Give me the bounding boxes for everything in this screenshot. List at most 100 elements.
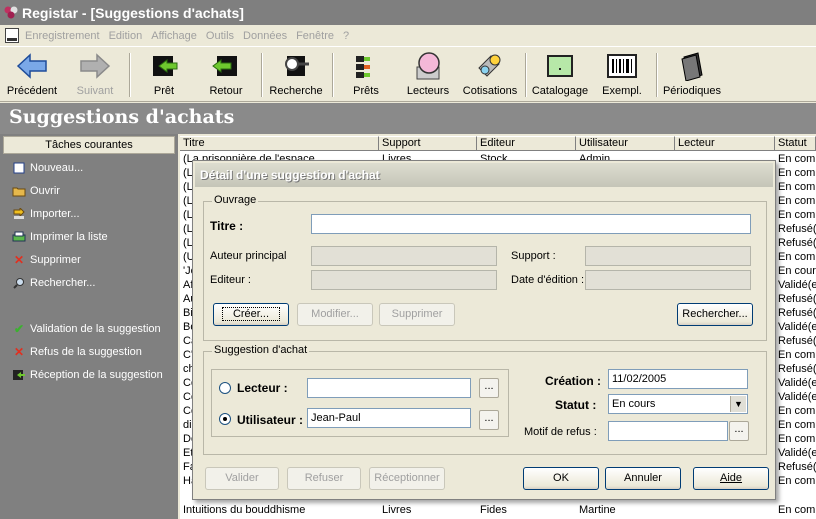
utilisateur-label: Utilisateur :	[237, 413, 304, 427]
receptionner-button[interactable]: Réceptionner	[369, 467, 445, 490]
window-titlebar: Registar - [Suggestions d'achats]	[0, 0, 816, 25]
task-nouveau[interactable]: Nouveau...	[12, 161, 83, 175]
search-icon	[285, 56, 309, 76]
retour-button[interactable]: Retour	[200, 50, 252, 100]
suivant-button[interactable]: Suivant	[68, 50, 122, 100]
column-header-utilisateur[interactable]: Utilisateur	[576, 136, 675, 151]
creation-label: Création :	[545, 374, 602, 388]
table-cell: Refusé(	[778, 461, 816, 473]
menu-fenetre[interactable]: Fenêtre	[296, 30, 334, 42]
lecteur-radio[interactable]	[219, 382, 231, 394]
rechercher-ouvrage-button[interactable]: Rechercher...	[677, 303, 753, 326]
support-label: Support :	[511, 250, 556, 262]
menu-outils[interactable]: Outils	[206, 30, 234, 42]
toolbar-separator	[261, 53, 263, 97]
menu-help[interactable]: ?	[343, 30, 349, 42]
editeur-label: Editeur :	[210, 274, 251, 286]
column-header-support[interactable]: Support	[379, 136, 477, 151]
column-header-editeur[interactable]: Editeur	[477, 136, 576, 151]
lecteur-browse-button[interactable]: ...	[479, 378, 499, 398]
creation-field[interactable]: 11/02/2005	[608, 369, 748, 389]
column-header-statut[interactable]: Statut	[775, 136, 816, 151]
action-reception[interactable]: Réception de la suggestion	[12, 368, 163, 382]
toolbar-separator	[656, 53, 658, 97]
table-cell: Validé(e	[778, 391, 816, 403]
import-icon	[12, 207, 26, 221]
action-refus[interactable]: ✕ Refus de la suggestion	[12, 345, 142, 359]
exemplaires-button[interactable]: Exempl.	[598, 50, 646, 100]
task-imprimer[interactable]: Imprimer la liste	[12, 230, 108, 244]
task-rechercher[interactable]: Rechercher...	[12, 276, 95, 290]
lecteur-field[interactable]	[307, 378, 471, 398]
arrow-right-icon	[80, 53, 111, 79]
table-cell: Intuitions du bouddhisme	[183, 504, 306, 516]
refuser-button[interactable]: Refuser	[287, 467, 361, 490]
table-cell: Validé(e	[778, 321, 816, 333]
table-cell: En comm	[778, 433, 816, 445]
utilisateur-field[interactable]: Jean-Paul	[307, 408, 471, 428]
precedent-button[interactable]: Précédent	[4, 50, 60, 100]
fees-icon	[478, 54, 501, 77]
table-cell: En comm	[778, 209, 816, 221]
utilisateur-browse-button[interactable]: ...	[479, 410, 499, 430]
task-ouvrir[interactable]: Ouvrir	[12, 184, 60, 198]
catalogage-button[interactable]: Catalogage	[530, 50, 590, 100]
motif-browse-button[interactable]: ...	[729, 421, 749, 441]
column-header-lecteur[interactable]: Lecteur	[675, 136, 775, 151]
refuse-icon: ✕	[13, 345, 25, 359]
pret-button[interactable]: Prêt	[138, 50, 190, 100]
table-cell: Validé(e	[778, 447, 816, 459]
utilisateur-radio[interactable]	[219, 413, 231, 425]
menu-enregistrement[interactable]: Enregistrement	[25, 30, 100, 42]
motif-field[interactable]	[608, 421, 728, 441]
task-supprimer[interactable]: ✕ Supprimer	[12, 253, 81, 267]
chevron-down-icon[interactable]: ▼	[730, 396, 746, 412]
delete-icon: ✕	[13, 253, 25, 267]
ok-button[interactable]: OK	[523, 467, 599, 490]
return-icon	[212, 56, 237, 76]
cotisations-button[interactable]: Cotisations	[460, 50, 520, 100]
table-cell: En comm	[778, 167, 816, 179]
annuler-button[interactable]: Annuler	[605, 467, 681, 490]
modifier-button[interactable]: Modifier...	[297, 303, 373, 326]
table-cell: Refusé(	[778, 237, 816, 249]
statut-select[interactable]: En cours ▼	[608, 394, 748, 414]
menu-donnees[interactable]: Données	[243, 30, 287, 42]
table-cell	[675, 503, 775, 517]
date-edition-field	[585, 270, 751, 290]
titre-field[interactable]	[311, 214, 751, 234]
table-cell: En comm	[778, 181, 816, 193]
document-icon[interactable]	[5, 28, 19, 43]
periodiques-button[interactable]: Périodiques	[662, 50, 722, 100]
suggestion-legend: Suggestion d'achat	[212, 344, 310, 356]
table-cell: Refusé(	[778, 335, 816, 347]
lecteur-label: Lecteur :	[237, 381, 288, 395]
task-importer[interactable]: Importer...	[12, 207, 80, 221]
toolbar-separator	[332, 53, 334, 97]
aide-button[interactable]: Aide	[693, 467, 769, 490]
prets-button[interactable]: Prêts	[344, 50, 388, 100]
checkout-icon	[153, 56, 178, 76]
action-validation[interactable]: ✔ Validation de la suggestion	[12, 322, 161, 336]
table-cell: En comm	[778, 251, 816, 263]
lecteurs-button[interactable]: Lecteurs	[404, 50, 452, 100]
auteur-label: Auteur principal	[210, 250, 287, 262]
recherche-button[interactable]: Recherche	[266, 50, 326, 100]
date-edition-label: Date d'édition :	[511, 274, 585, 286]
valider-button[interactable]: Valider	[205, 467, 279, 490]
table-cell: Martine	[579, 504, 616, 516]
creer-button[interactable]: Créer...	[213, 303, 289, 326]
search-icon	[12, 276, 26, 290]
menu-edition[interactable]: Edition	[109, 30, 143, 42]
menu-affichage[interactable]: Affichage	[151, 30, 197, 42]
editeur-field	[311, 270, 497, 290]
column-header-titre[interactable]: Titre	[180, 136, 379, 151]
suggestion-detail-dialog: Détail d'une suggestion d'achat Ouvrage …	[192, 160, 776, 500]
titre-label: Titre :	[210, 219, 244, 233]
ouvrage-legend: Ouvrage	[212, 194, 259, 206]
table-cell: En comm	[778, 475, 816, 487]
supprimer-ouvrage-button[interactable]: Supprimer	[379, 303, 455, 326]
motif-label: Motif de refus :	[524, 426, 597, 438]
tasks-sidebar: Tâches courantes Nouveau... Ouvrir Impor…	[0, 134, 178, 519]
loans-icon	[356, 56, 370, 78]
